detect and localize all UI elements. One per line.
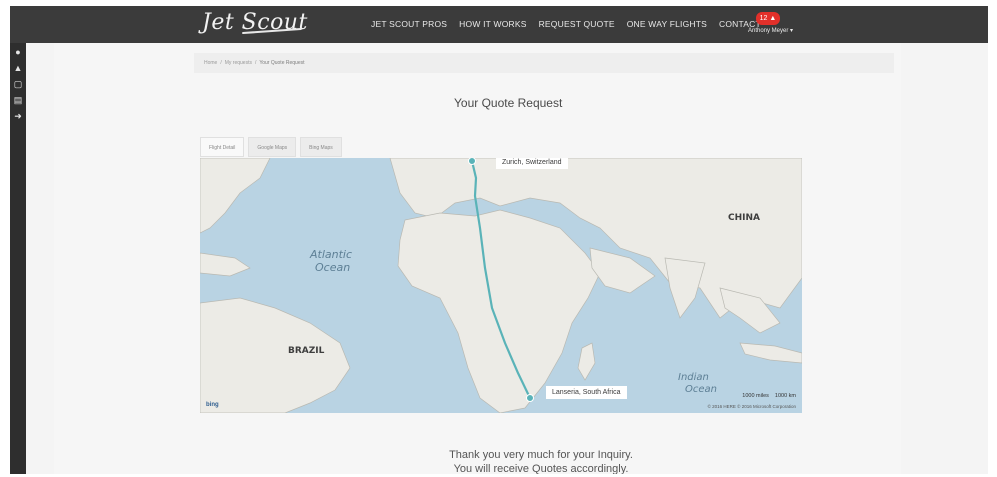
breadcrumb-current: Your Quote Request: [259, 60, 305, 66]
tab-bing-maps[interactable]: Bing Maps: [300, 137, 342, 157]
breadcrumb: Home / My requests / Your Quote Request: [194, 53, 894, 73]
tab-google-maps[interactable]: Google Maps: [248, 137, 297, 157]
land-caribbean: [200, 252, 251, 277]
land-africa: [397, 209, 601, 413]
bell-icon: ▲: [769, 15, 777, 22]
bell-icon[interactable]: ▲: [10, 62, 26, 75]
breadcrumb-requests[interactable]: My requests: [225, 60, 252, 66]
label-atlantic-2: Ocean: [315, 261, 350, 274]
thanks-line-1: Thank you very much for your Inquiry.: [449, 449, 633, 461]
logout-icon[interactable]: ➜: [10, 110, 26, 123]
origin-marker[interactable]: [468, 158, 476, 165]
nav-request-quote[interactable]: REQUEST QUOTE: [539, 19, 615, 29]
thanks-line-2: You will receive Quotes accordingly.: [453, 463, 629, 474]
nav-one-way-flights[interactable]: ONE WAY FLIGHTS: [627, 19, 707, 29]
map-canvas: Atlantic Ocean Indian Ocean BRAZIL CHINA: [200, 158, 802, 413]
origin-callout: Zurich, Switzerland: [496, 158, 568, 169]
nav-jet-scout-pros[interactable]: JET SCOUT PROS: [371, 19, 447, 29]
route-map[interactable]: Atlantic Ocean Indian Ocean BRAZIL CHINA…: [200, 158, 802, 413]
tab-flight-detail[interactable]: Flight Detail: [200, 137, 245, 157]
map-scale: 1000 miles 1000 km: [742, 393, 796, 399]
scale-miles: 1000 miles: [742, 393, 769, 399]
top-navbar: Jet Scout JET SCOUT PROS HOW IT WORKS RE…: [10, 6, 988, 43]
notification-badge[interactable]: 12 ▲: [756, 12, 780, 25]
destination-marker[interactable]: [526, 394, 534, 402]
user-icon[interactable]: ●: [10, 46, 26, 59]
user-menu[interactable]: Anthony Meyer ▾: [748, 27, 793, 34]
label-china: CHINA: [728, 213, 760, 223]
scale-km: 1000 km: [774, 393, 796, 399]
documents-icon[interactable]: ▢: [10, 78, 26, 91]
land-madagascar: [577, 342, 596, 381]
label-indian-1: Indian: [678, 372, 709, 383]
bing-logo[interactable]: bing: [206, 402, 219, 408]
app-frame: Jet Scout JET SCOUT PROS HOW IT WORKS RE…: [10, 6, 988, 474]
nav-how-it-works[interactable]: HOW IT WORKS: [459, 19, 526, 29]
brand-logo[interactable]: Jet Scout: [202, 10, 308, 40]
map-credit: © 2016 HERE © 2016 Microsoft Corporation: [707, 404, 796, 409]
left-sidebar: ● ▲ ▢ ▤ ➜: [10, 43, 26, 474]
page-title: Your Quote Request: [454, 96, 563, 110]
map-tabs: Flight Detail Google Maps Bing Maps: [200, 137, 342, 157]
notification-count: 12: [759, 15, 768, 22]
main-nav: JET SCOUT PROS HOW IT WORKS REQUEST QUOT…: [371, 19, 761, 29]
label-indian-2: Ocean: [685, 384, 717, 395]
land-south-america: [200, 297, 351, 413]
main-content: Home / My requests / Your Quote Request Your…: [54, 43, 901, 474]
printer-icon[interactable]: ▤: [10, 94, 26, 107]
land-north-america: [200, 158, 271, 234]
label-atlantic-1: Atlantic: [309, 248, 352, 261]
destination-callout: Lanseria, South Africa: [546, 386, 627, 399]
thank-you-message: Thank you very much for your Inquiry. Yo…: [426, 448, 656, 474]
label-brazil: BRAZIL: [288, 346, 325, 356]
breadcrumb-home[interactable]: Home: [204, 60, 217, 66]
land-indonesia: [739, 342, 802, 364]
